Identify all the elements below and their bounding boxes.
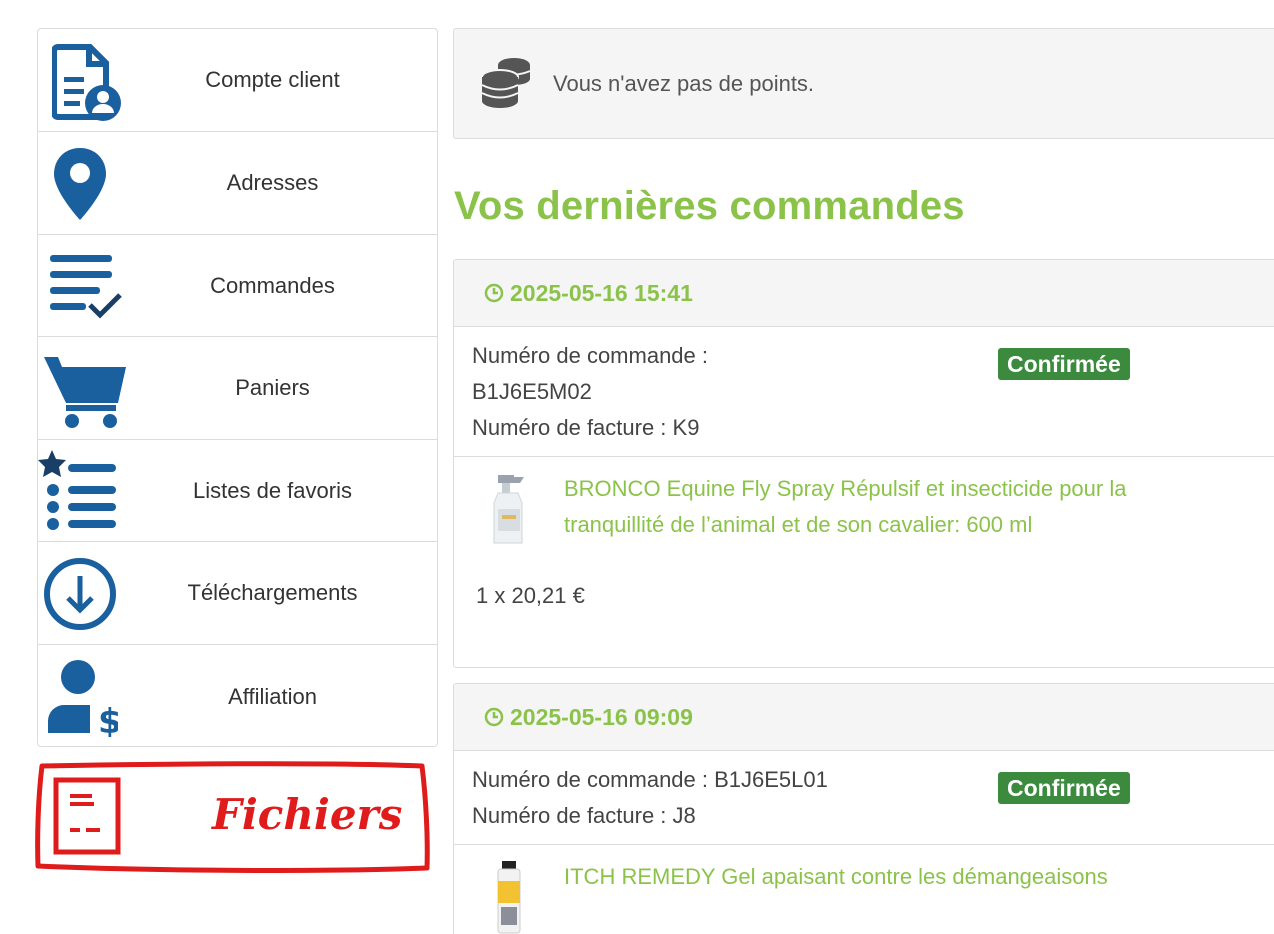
coins-stack-icon (481, 58, 531, 108)
order-date: 2025-05-16 15:41 (484, 260, 693, 326)
fichiers-annotation: Fichiers (30, 758, 440, 878)
product-thumbnail-spray[interactable] (488, 471, 534, 547)
order-number: Numéro de commande : B1J6E5L01 (472, 767, 828, 792)
points-panel: Vous n'avez pas de points. (453, 28, 1274, 139)
product-quantity-price: 1 x 20,21 € (476, 583, 585, 608)
clock-icon (484, 707, 504, 727)
menu-item-paniers[interactable]: Paniers (38, 336, 437, 439)
menu-item-label: Compte client (205, 67, 340, 92)
clock-icon (484, 283, 504, 303)
status-badge: Confirmée (998, 348, 1130, 380)
order-card: 2025-05-16 09:09 Numéro de commande : B1… (453, 683, 1274, 934)
order-header: 2025-05-16 15:41 (454, 260, 1274, 327)
order-card: 2025-05-16 15:41 Numéro de commande : B1… (453, 259, 1274, 668)
order-info: Numéro de commande : B1J6E5M02 Numéro de… (454, 327, 1274, 457)
product-link[interactable]: ITCH REMEDY Gel apaisant contre les déma… (564, 859, 1204, 895)
invoice-number: Numéro de facture : K9 (472, 415, 700, 440)
menu-item-label: Affiliation (228, 683, 317, 709)
fichiers-label: Fichiers (212, 790, 403, 839)
menu-item-label: Listes de favoris (193, 477, 352, 503)
order-product: ITCH REMEDY Gel apaisant contre les déma… (454, 845, 1274, 934)
account-menu: Compte client Adresses Commandes Paniers… (37, 28, 438, 747)
menu-item-compte-client[interactable]: Compte client (38, 29, 437, 131)
order-header: 2025-05-16 09:09 (454, 684, 1274, 751)
order-date: 2025-05-16 09:09 (484, 684, 693, 750)
menu-item-label: Téléchargements (187, 580, 358, 605)
menu-item-label: Paniers (235, 375, 310, 400)
order-date-text: 2025-05-16 15:41 (510, 279, 693, 306)
section-title-orders: Vos dernières commandes (454, 184, 965, 228)
menu-item-label: Commandes (210, 272, 335, 298)
menu-item-listes-de-favoris[interactable]: Listes de favoris (38, 439, 437, 541)
order-product: BRONCO Equine Fly Spray Répulsif et inse… (454, 457, 1274, 667)
menu-item-affiliation[interactable]: $ Affiliation (38, 644, 437, 746)
product-thumbnail-gel[interactable] (488, 859, 534, 934)
menu-item-adresses[interactable]: Adresses (38, 131, 437, 234)
points-message: Vous n'avez pas de points. (553, 70, 815, 96)
menu-item-telechargements[interactable]: Téléchargements (38, 541, 437, 644)
order-date-text: 2025-05-16 09:09 (510, 703, 693, 730)
order-number-label: Numéro de commande : (472, 343, 708, 368)
invoice-number: Numéro de facture : J8 (472, 803, 696, 828)
menu-item-label: Adresses (226, 170, 319, 195)
menu-item-commandes[interactable]: Commandes (38, 234, 437, 336)
order-info: Numéro de commande : B1J6E5L01 Numéro de… (454, 751, 1274, 845)
product-link[interactable]: BRONCO Equine Fly Spray Répulsif et inse… (564, 471, 1204, 543)
status-badge: Confirmée (998, 772, 1130, 804)
file-document-sketch-icon (53, 777, 121, 855)
order-number: B1J6E5M02 (472, 379, 592, 404)
